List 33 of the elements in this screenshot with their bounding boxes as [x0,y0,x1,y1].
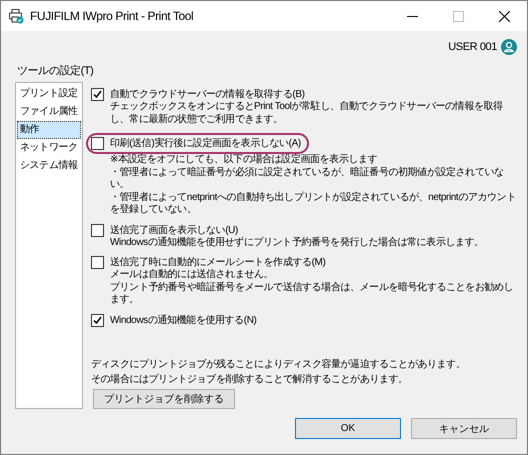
checkbox[interactable] [91,88,104,101]
checkbox[interactable] [91,256,104,269]
checkbox[interactable] [91,224,104,236]
option-label: Windowsの通知機能を使用する(N) [110,314,256,326]
option-note: ※本設定をオフにしても、以下の場合は設定画面を表示します [110,154,378,166]
sidebar-label: ツールの設定(T) [17,64,94,78]
disk-notice: ディスクにプリントジョブが残ることによりディスク容量が逼迫することがあります。 [91,358,466,372]
printer-icon [8,8,24,24]
option-label: 印刷(送信)実行後に設定画面を表示しない(A) [110,137,301,150]
user-icon [501,39,517,55]
sidebar-item[interactable]: 動作 [17,121,81,139]
dialog-button[interactable]: OK [295,418,401,439]
option-label: 送信完了画面を表示しない(U) [110,224,238,236]
option-note: ・管理者によって暗証番号が必須に設定されているが、暗証番号の初期値が設定されていない。 [110,166,505,192]
sidebar-item[interactable]: ファイル属性 [17,103,81,121]
option-note: Windowsの通知機能を使用せずにプリント予約番号を発行した場合は常に表示します。 [110,236,485,249]
checkbox[interactable] [91,314,104,326]
option-label: 自動でクラウドサーバーの情報を取得する(B) [110,88,305,100]
sidebar-item[interactable]: システム情報 [17,157,81,175]
option-note: ・管理者によってnetprintへの自動持ち出しプリントが設定されているが、netprintのアカウントを登録していない。 [110,192,517,216]
sidebar-item[interactable]: プリント設定 [17,85,81,103]
user-name: USER 001 [448,41,497,53]
disk-notice: その場合にはプリントジョブを削除することで解消することがあります。 [91,372,409,386]
option-note: チェックボックスをオンにするとPrint Toolが常駐し、自動でクラウドサーバーの情報を取得し、常に最新の状態でご利用できます。 [110,101,504,126]
option-label: 送信完了時に自動的にメールシートを作成する(M) [110,256,326,269]
window-title: FUJIFILM IWpro Print - Print Tool [30,9,194,23]
dialog-button[interactable]: キャンセル [411,418,517,439]
delete-jobs-button[interactable]: プリントジョブを削除する [93,389,235,409]
sidebar-item[interactable]: ネットワーク [17,139,81,157]
checkbox[interactable] [91,137,104,150]
option-note: メールは自動的には送信されません。 [110,269,274,282]
close-icon[interactable] [498,10,510,22]
option-note: プリント予約番号や暗証番号をメールで送信する場合は、メールを暗号化することをお勧めします。 [110,282,514,306]
